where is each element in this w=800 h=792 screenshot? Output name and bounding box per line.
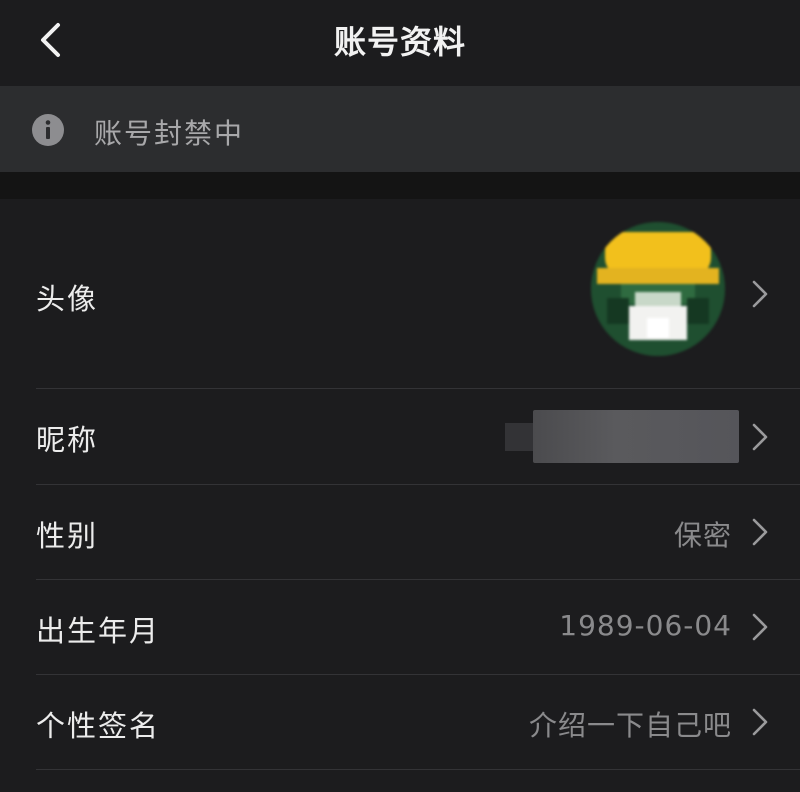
row-avatar[interactable]: 头像 [0,199,800,388]
row-value-signature: 介绍一下自己吧 [528,709,732,742]
row-label-avatar: 头像 [36,282,99,316]
notice-text: 账号封禁中 [94,117,245,150]
chevron-right-icon [752,613,768,641]
nav-bar: 账号资料 [0,0,800,86]
row-label-birthdate: 出生年月 [36,614,161,648]
row-signature[interactable]: 个性签名 介绍一下自己吧 [0,675,800,769]
chevron-right-icon [752,280,768,308]
nickname-redaction-edge [505,423,535,451]
row-divider [36,769,800,770]
section-gap [0,172,800,199]
row-label-nickname: 昵称 [36,423,99,457]
row-label-signature: 个性签名 [36,709,161,743]
row-value-gender: 保密 [673,519,732,552]
chevron-right-icon [752,423,768,451]
avatar [591,222,725,356]
info-icon [32,114,64,146]
row-gender[interactable]: 性别 保密 [0,485,800,579]
ban-notice-banner: 账号封禁中 [0,86,800,172]
row-value-birthdate: 1989-06-04 [559,609,732,642]
row-label-gender: 性别 [36,519,99,553]
chevron-right-icon [752,708,768,736]
nickname-redaction [533,410,739,463]
page-title: 账号资料 [333,23,466,61]
chevron-right-icon [752,518,768,546]
profile-list: 头像 昵称 性别 保密 出生年月 1989-06-04 个性签名 介绍一下自己吧 [0,199,800,792]
row-birthdate[interactable]: 出生年月 1989-06-04 [0,580,800,674]
